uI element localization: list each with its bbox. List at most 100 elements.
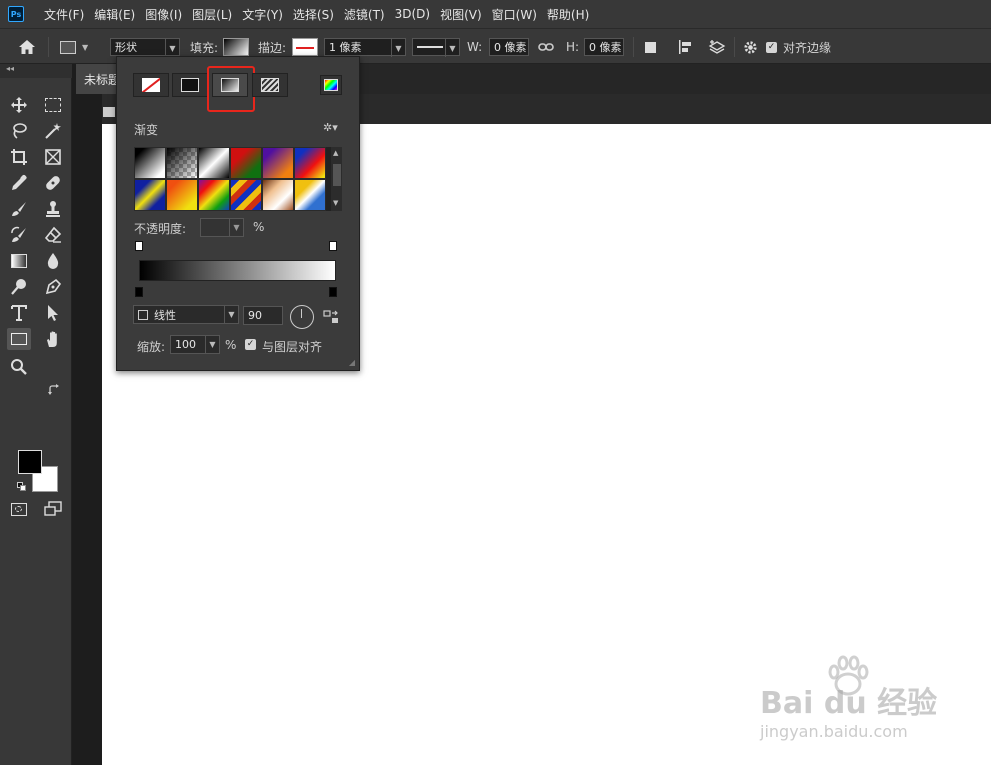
menu-window[interactable]: 窗口(W)	[492, 6, 537, 23]
move-tool[interactable]	[7, 94, 31, 116]
gradient-preset[interactable]	[294, 147, 326, 179]
color-stop-right[interactable]	[329, 287, 337, 297]
resize-grip-icon[interactable]: ◢	[349, 358, 355, 367]
opacity-field[interactable]: ▼	[200, 218, 244, 237]
quick-mask-button[interactable]	[7, 498, 31, 520]
scroll-up-icon[interactable]: ▲	[333, 149, 338, 157]
default-colors-icon[interactable]	[17, 482, 27, 492]
gradient-tool[interactable]	[7, 250, 31, 272]
eraser-tool[interactable]	[41, 224, 65, 246]
gradient-preset[interactable]	[134, 179, 166, 211]
gradient-preset[interactable]	[166, 179, 198, 211]
scrollbar-thumb[interactable]	[333, 164, 341, 186]
swap-colors-icon[interactable]	[48, 384, 60, 396]
opacity-stop-right[interactable]	[329, 241, 337, 251]
scale-field[interactable]: 100 ▼	[170, 335, 220, 354]
clone-stamp-tool[interactable]	[41, 198, 65, 220]
reverse-gradient-button[interactable]	[323, 309, 339, 325]
menu-3d[interactable]: 3D(D)	[395, 7, 430, 21]
lasso-tool[interactable]	[7, 120, 31, 142]
history-brush-tool[interactable]	[7, 224, 31, 246]
align-edges-checkbox[interactable]: ✓ 对齐边缘	[766, 29, 831, 65]
solid-color-icon	[181, 78, 199, 92]
menu-view[interactable]: 视图(V)	[440, 6, 482, 23]
gradient-preset[interactable]	[198, 179, 230, 211]
gradient-preset[interactable]	[198, 147, 230, 179]
solid-color-button[interactable]	[172, 73, 208, 97]
path-arrangement-button[interactable]	[708, 29, 726, 65]
collapse-panel-icon[interactable]: ◂◂	[0, 64, 72, 78]
marquee-tool[interactable]	[41, 94, 65, 116]
magic-wand-tool[interactable]	[41, 120, 65, 142]
chevron-down-icon: ▼	[445, 39, 459, 57]
screen-mode-button[interactable]	[41, 498, 65, 520]
healing-brush-tool[interactable]	[41, 172, 65, 194]
rectangle-icon	[11, 333, 27, 345]
stroke-line-icon	[417, 46, 443, 48]
gradient-preset[interactable]	[134, 147, 166, 179]
fill-gradient-swatch	[223, 38, 249, 56]
rectangle-tool[interactable]	[7, 328, 31, 350]
height-field[interactable]: 0 像素	[584, 29, 624, 65]
opacity-stop-left[interactable]	[135, 241, 143, 251]
frame-tool[interactable]	[41, 146, 65, 168]
menu-file[interactable]: 文件(F)	[44, 6, 84, 23]
angle-dial[interactable]	[290, 305, 314, 329]
align-with-layer-checkbox[interactable]: ✓	[245, 339, 256, 350]
angle-field[interactable]: 90	[243, 306, 283, 325]
gradient-preset[interactable]	[294, 179, 326, 211]
width-field[interactable]: 0 像素	[489, 29, 529, 65]
brush-tool[interactable]	[7, 198, 31, 220]
eyedropper-icon	[12, 174, 27, 190]
mode-value: 形状	[115, 41, 137, 54]
scale-unit: %	[225, 338, 237, 352]
zoom-tool[interactable]	[7, 356, 31, 378]
menu-type[interactable]: 文字(Y)	[242, 6, 283, 23]
gradient-settings-gear-icon[interactable]: ✲▾	[323, 121, 338, 134]
presets-scrollbar[interactable]: ▲ ▼	[330, 147, 342, 211]
gradient-style-select[interactable]: 线性 ▼	[133, 305, 239, 324]
type-tool[interactable]	[7, 302, 31, 324]
menu-select[interactable]: 选择(S)	[293, 6, 334, 23]
width-value: 0 像素	[494, 41, 527, 54]
pen-tool[interactable]	[41, 276, 65, 298]
color-stop-left[interactable]	[135, 287, 143, 297]
crop-tool[interactable]	[7, 146, 31, 168]
tool-preset-picker[interactable]: ▼	[60, 29, 88, 65]
path-selection-tool[interactable]	[41, 302, 65, 324]
blur-tool[interactable]	[41, 250, 65, 272]
gradient-preview-bar[interactable]	[139, 260, 336, 281]
gradient-preset[interactable]	[262, 179, 294, 211]
color-picker-button[interactable]	[320, 75, 342, 95]
menu-edit[interactable]: 编辑(E)	[94, 6, 135, 23]
scroll-down-icon[interactable]: ▼	[333, 199, 338, 207]
chevron-down-icon: ▼	[205, 336, 219, 353]
no-color-button[interactable]	[133, 73, 169, 97]
menu-help[interactable]: 帮助(H)	[547, 6, 589, 23]
gradient-presets-grid	[134, 147, 330, 211]
gradient-preset[interactable]	[166, 147, 198, 179]
settings-button[interactable]	[743, 29, 758, 65]
menu-layer[interactable]: 图层(L)	[192, 6, 232, 23]
pen-icon	[45, 278, 62, 295]
dodge-tool[interactable]	[7, 276, 31, 298]
path-alignment-button[interactable]	[678, 29, 694, 65]
gradient-preset[interactable]	[230, 179, 262, 211]
home-button[interactable]	[18, 29, 36, 65]
color-spectrum-icon	[324, 79, 338, 91]
foreground-color-swatch[interactable]	[18, 450, 42, 474]
gradient-preset[interactable]	[262, 147, 294, 179]
dodge-icon	[11, 279, 26, 295]
pattern-fill-button[interactable]	[252, 73, 288, 97]
stroke-type-select[interactable]: ▼	[412, 29, 460, 65]
hand-tool[interactable]	[41, 328, 65, 350]
crop-icon	[11, 149, 27, 165]
link-dimensions-button[interactable]	[538, 29, 554, 65]
eyedropper-tool[interactable]	[7, 172, 31, 194]
hand-icon	[47, 331, 57, 347]
menu-filter[interactable]: 滤镜(T)	[344, 6, 385, 23]
fill-type-popover: 渐变 ✲▾ ▲ ▼ 不透明度: ▼ % 线性 ▼ 90 缩放: 100 ▼ % …	[116, 56, 360, 371]
menu-image[interactable]: 图像(I)	[145, 6, 182, 23]
gradient-preset[interactable]	[230, 147, 262, 179]
path-operations-button[interactable]	[645, 29, 656, 65]
